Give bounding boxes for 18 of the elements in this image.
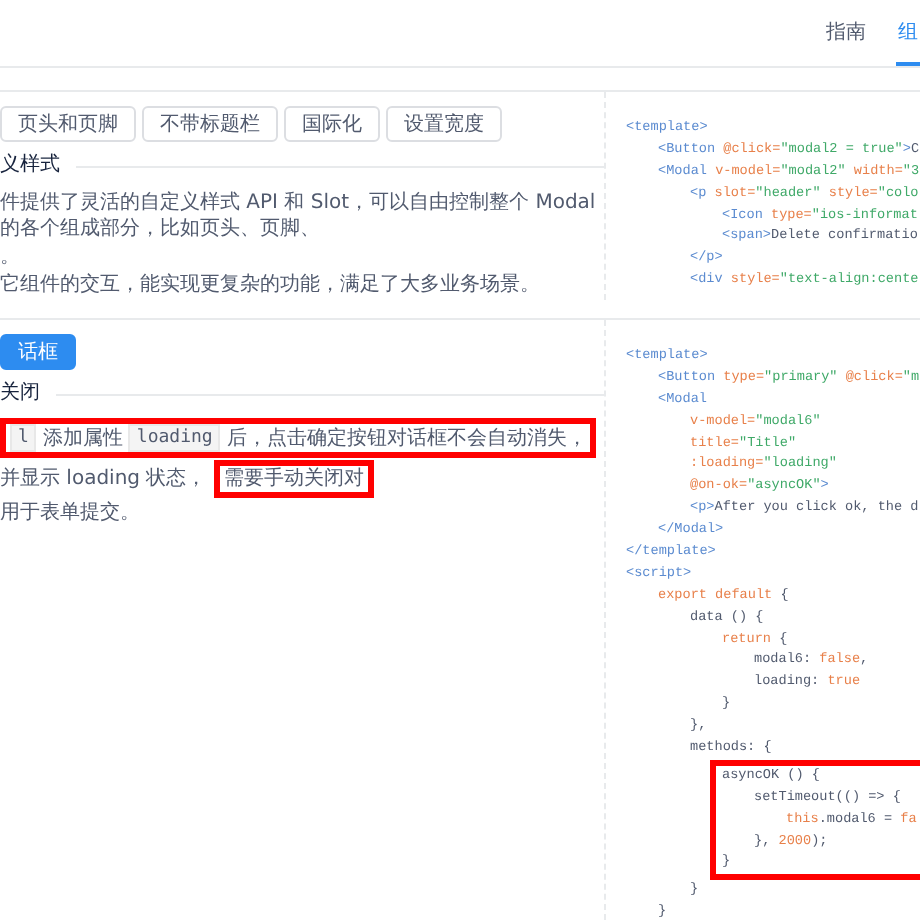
- section-title: 义样式: [0, 154, 60, 178]
- description-text: 后，点击确定按钮对话框不会自动消失，: [226, 425, 587, 451]
- description-text: 需要手动关闭对: [224, 466, 365, 492]
- description-text: 件提供了灵活的自定义样式 API 和 Slot，可以自由控制整个 Modal 的各个组成部分，比如页头、页脚、: [0, 190, 598, 242]
- description-text: 。: [0, 244, 20, 270]
- description-text: 添加属性: [42, 425, 123, 451]
- nav-tab[interactable]: 组: [896, 0, 920, 66]
- demo-button[interactable]: 页头和页脚: [0, 106, 136, 142]
- demo-button[interactable]: 国际化: [284, 106, 380, 142]
- demo-button[interactable]: 设置宽度: [386, 106, 502, 142]
- section-title: 关闭: [0, 382, 40, 406]
- inline-code: l: [10, 424, 37, 452]
- demo-button[interactable]: 不带标题栏: [142, 106, 278, 142]
- description-text: 它组件的交互，能实现更复杂的功能，满足了大多业务场景。: [0, 272, 540, 298]
- description-text: 并显示 loading 状态，: [0, 466, 207, 492]
- nav-tab[interactable]: 指南: [824, 0, 868, 66]
- description-text: 用于表单提交。: [0, 500, 140, 526]
- inline-code: loading: [128, 424, 221, 452]
